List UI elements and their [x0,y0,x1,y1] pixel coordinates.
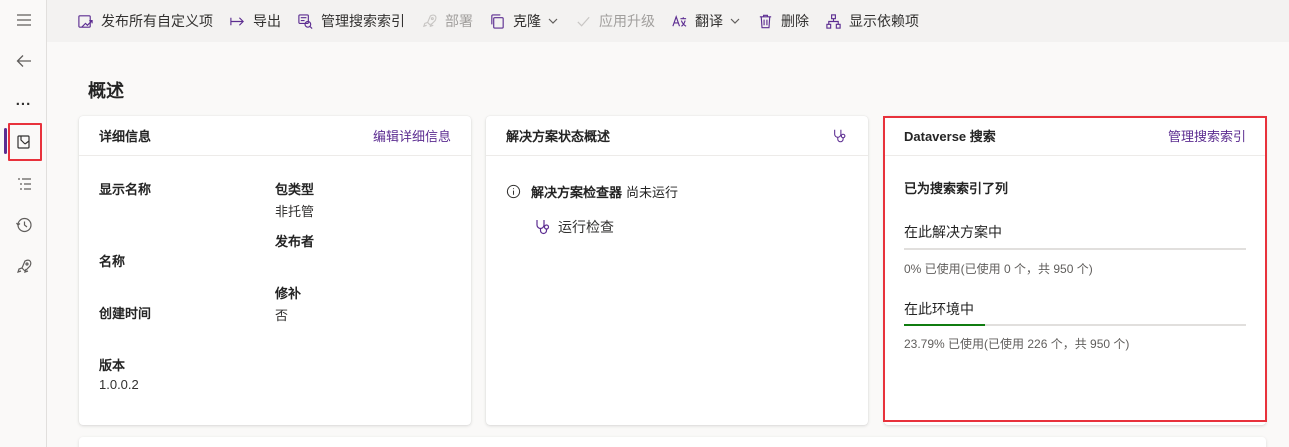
dependencies-icon [826,13,841,29]
details-card: 详细信息 编辑详细信息 显示名称 名称 创建时间 版本 1.0.0.2 包类型 … [79,116,471,425]
translate-icon [672,14,687,27]
clone-button[interactable]: 克隆 [489,0,559,42]
more-icon[interactable]: ... [0,92,47,109]
objects-icon[interactable] [0,166,47,202]
edit-details-link[interactable]: 编辑详细信息 [373,126,451,145]
details-card-title: 详细信息 [99,129,152,144]
solution-usage-bar [904,248,1246,250]
patch-label: 修补 [275,286,302,301]
translate-button[interactable]: 翻译 [671,0,741,42]
manage-search-index-link[interactable]: 管理搜索索引 [1168,126,1246,145]
environment-usage-fill [904,324,986,326]
history-icon[interactable] [0,207,47,243]
search-card-header: Dataverse 搜索 管理搜索索引 [884,116,1266,156]
health-card-title: 解决方案状态概述 [506,129,611,144]
manage-search-index-label: 管理搜索索引 [321,13,405,29]
checkmark-icon [577,16,590,27]
command-bar: 发布所有自定义项 导出 管理搜索索引 部署 克隆 应用升级 翻译 删除 显示依赖… [47,0,1289,42]
overview-highlight-box [8,123,42,161]
solution-usage-text: 0% 已使用(已使用 0 个，共 950 个) [904,262,1093,276]
rocket-icon [422,14,437,27]
chevron-down-icon [730,18,740,24]
solution-checker-status: 解决方案检查器 尚未运行 [506,182,678,201]
publisher-label: 发布者 [275,234,315,249]
publish-icon [78,14,93,28]
delete-button[interactable]: 删除 [757,0,809,42]
left-rail: ... [0,0,47,447]
page-title: 概述 [88,81,124,101]
solution-usage-label: 在此解决方案中 [904,224,1002,240]
export-button[interactable]: 导出 [229,0,281,42]
next-card-partial [79,437,1266,447]
clone-label: 克隆 [513,13,541,29]
run-check-label: 运行检查 [558,219,614,235]
environment-usage-text: 23.79% 已使用(已使用 226 个，共 950 个) [904,337,1130,351]
apply-upgrade-label: 应用升级 [599,13,655,29]
apply-upgrade-button[interactable]: 应用升级 [575,0,655,42]
package-type-value: 非托管 [275,204,315,219]
manage-search-index-button[interactable]: 管理搜索索引 [297,0,405,42]
clone-icon [491,13,504,29]
delete-label: 删除 [781,13,809,29]
stethoscope-icon [536,220,550,235]
search-subtitle: 已为搜索索引了列 [904,181,1009,196]
solution-checker-status-text: 尚未运行 [626,185,679,200]
details-card-header: 详细信息 编辑详细信息 [79,116,471,156]
health-card-header: 解决方案状态概述 [486,116,868,156]
publish-all-label: 发布所有自定义项 [101,13,213,29]
version-value: 1.0.0.2 [99,377,139,392]
version-label: 版本 [99,358,126,373]
show-dependencies-label: 显示依赖项 [849,13,919,29]
display-name-label: 显示名称 [99,182,152,197]
publish-all-button[interactable]: 发布所有自定义项 [77,0,213,42]
back-arrow-icon[interactable] [0,43,47,79]
environment-usage-bar [904,324,1246,326]
export-icon [230,16,244,26]
search-index-icon [298,13,313,29]
delete-icon [759,14,772,28]
package-type-label: 包类型 [275,182,315,197]
environment-usage-label: 在此环境中 [904,301,974,317]
created-label: 创建时间 [99,306,152,321]
name-label: 名称 [99,254,126,269]
deploy-label: 部署 [445,13,473,29]
hamburger-icon[interactable] [0,2,47,38]
show-dependencies-button[interactable]: 显示依赖项 [825,0,919,42]
dataverse-search-card: Dataverse 搜索 管理搜索索引 已为搜索索引了列 在此解决方案中 0% … [884,116,1266,425]
translate-label: 翻译 [695,13,723,29]
stethoscope-icon[interactable] [832,128,848,144]
run-check-button[interactable]: 运行检查 [534,217,614,237]
chevron-down-icon [548,18,558,24]
info-icon [506,184,521,199]
deploy-button[interactable]: 部署 [421,0,473,42]
export-label: 导出 [253,13,281,29]
search-card-title: Dataverse 搜索 [904,129,996,144]
solution-checker-label: 解决方案检查器 [531,185,623,200]
patch-value: 否 [275,308,289,323]
pipelines-rocket-icon[interactable] [0,249,47,285]
health-card: 解决方案状态概述 解决方案检查器 尚未运行 运行检查 [486,116,868,425]
